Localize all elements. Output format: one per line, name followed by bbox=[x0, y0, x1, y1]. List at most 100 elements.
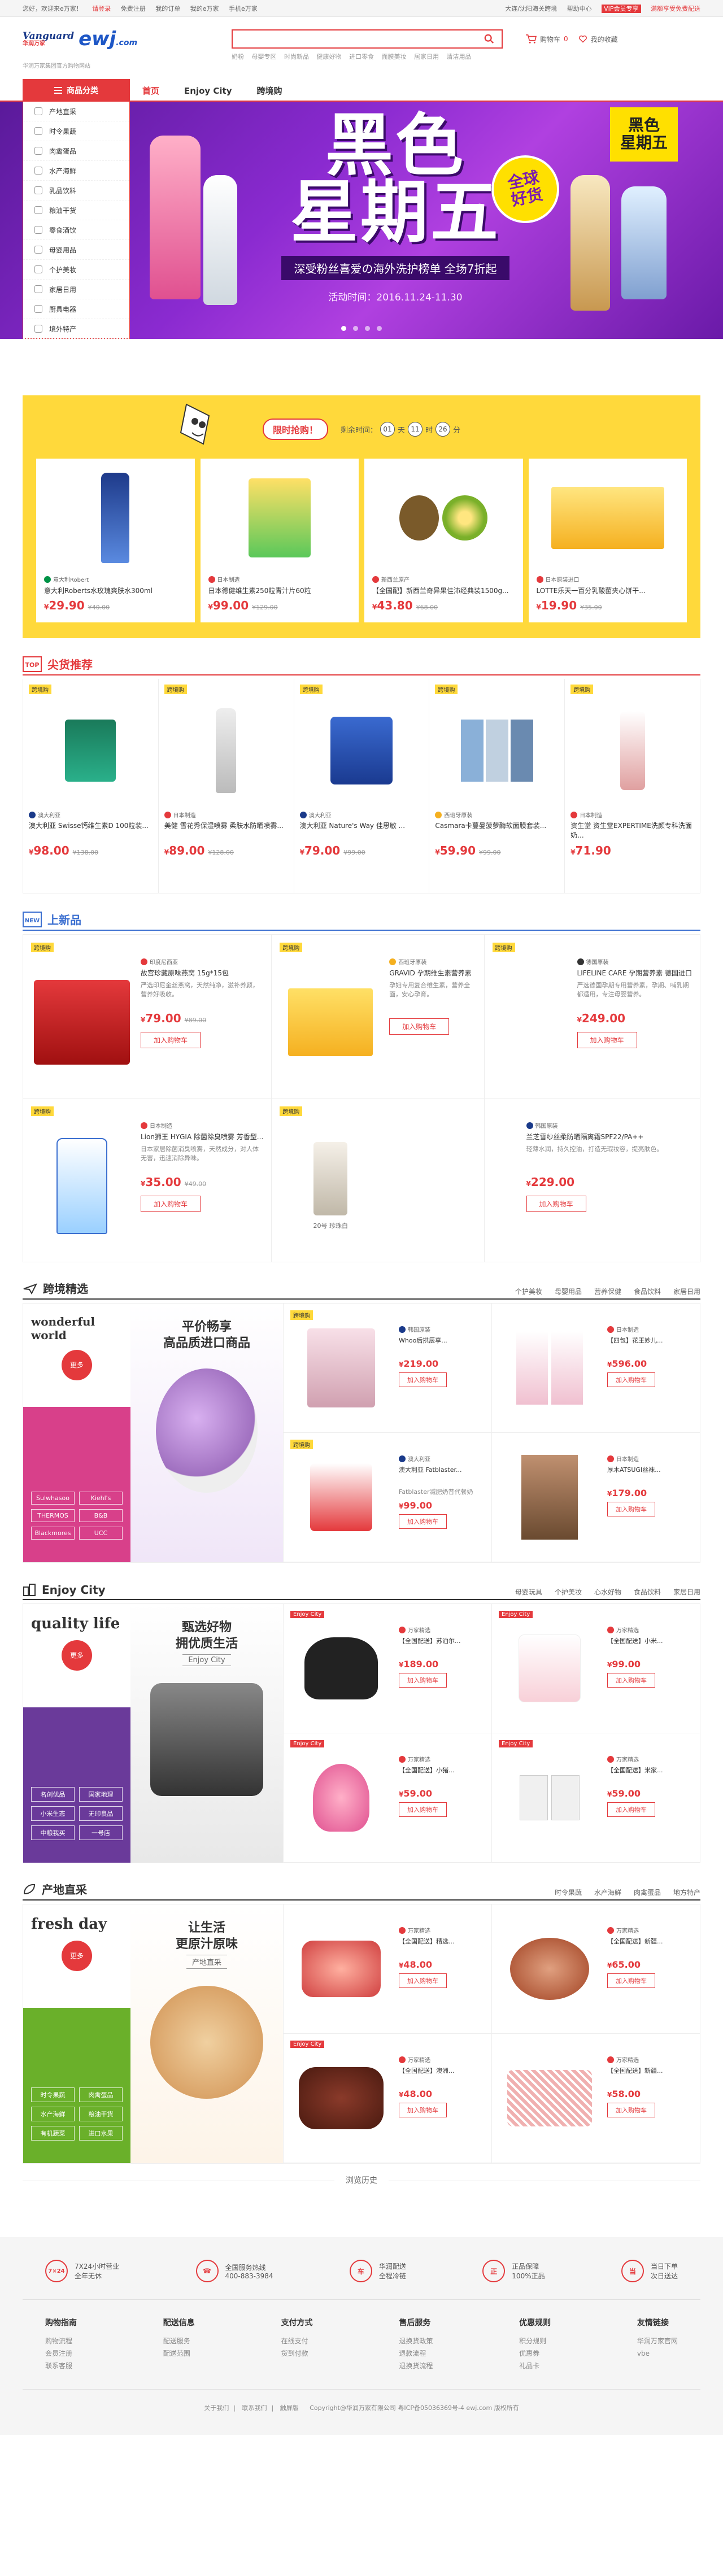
product-name[interactable]: 澳大利亚 Nature's Way 佳思敏 ... bbox=[300, 821, 424, 840]
register-link[interactable]: 免费注册 bbox=[121, 5, 146, 12]
search-input[interactable] bbox=[233, 30, 477, 47]
product-card[interactable]: 跨境购 西班牙原装 GRAVID 孕期维生素营养素 孕妇专用复合维生素，营养全面… bbox=[272, 935, 485, 1099]
product-name[interactable]: 厚木ATSUGI丝袜... bbox=[607, 1465, 693, 1484]
footer-link[interactable]: 优惠券 bbox=[519, 2347, 551, 2360]
brand-link[interactable]: 中粮我买 bbox=[31, 1825, 75, 1840]
brand-link[interactable]: 小米生态 bbox=[31, 1806, 75, 1821]
hot-word[interactable]: 面膜美妆 bbox=[382, 53, 407, 60]
add-to-cart-button[interactable]: 加入购物车 bbox=[577, 1032, 637, 1048]
floor1-side[interactable]: wonderful world 更多 Sulwhasoo Kiehl's THE… bbox=[23, 1304, 130, 1562]
floor-tab[interactable]: 个护美妆 bbox=[555, 1587, 582, 1597]
product-name[interactable]: 澳大利亚 Fatblaster... bbox=[399, 1465, 485, 1484]
product-name[interactable]: 意大利Roberts水玫瑰爽肤水300ml bbox=[44, 586, 187, 595]
product-name[interactable]: 故宫珍藏原味燕窝 15g*15包 bbox=[141, 968, 263, 978]
flash-product-card[interactable]: 日本制造 日本德健维生素250粒青汁片60粒 ¥99.00 ¥129.00 bbox=[200, 459, 359, 622]
about-link[interactable]: 关于我们 bbox=[204, 2404, 229, 2412]
product-name[interactable]: 【全国配送】澳洲... bbox=[399, 2066, 485, 2085]
category-link[interactable]: 粮油干货 bbox=[79, 2107, 123, 2121]
product-name[interactable]: 【全国配送】米家... bbox=[607, 1766, 693, 1785]
add-to-cart-button[interactable]: 加入购物车 bbox=[399, 1673, 447, 1688]
contact-link[interactable]: 联系我们 bbox=[242, 2404, 267, 2412]
category-item[interactable]: 乳品饮料 bbox=[23, 181, 129, 200]
add-to-cart-button[interactable]: 加入购物车 bbox=[141, 1196, 201, 1212]
login-link[interactable]: 请登录 bbox=[92, 5, 111, 12]
footer-link[interactable]: 货到付款 bbox=[281, 2347, 313, 2360]
product-card[interactable]: 万家精选 【全国配送】新疆... ¥65.00 加入购物车 bbox=[491, 1904, 700, 2034]
tab-enjoy-city[interactable]: Enjoy City bbox=[172, 80, 244, 102]
footer-link[interactable]: 在线支付 bbox=[281, 2335, 313, 2347]
footer-link[interactable]: 退换货政策 bbox=[399, 2335, 433, 2347]
site-logo[interactable]: Vanguard 华润万家 ewj.com bbox=[23, 29, 181, 49]
flash-product-card[interactable]: 日本原装进口 LOTTE乐天一百分乳酸菌夹心饼干... ¥19.90 ¥35.00 bbox=[528, 459, 687, 622]
floor-tab[interactable]: 母婴玩具 bbox=[515, 1587, 542, 1597]
footer-link[interactable]: 购物流程 bbox=[45, 2335, 77, 2347]
category-item[interactable]: 个护美妆 bbox=[23, 260, 129, 280]
product-card[interactable]: Enjoy City 万家精选 【全国配送】小猪... ¥59.00 加入购物车 bbox=[283, 1733, 491, 1863]
floor-tab[interactable]: 时令果蔬 bbox=[555, 1888, 582, 1897]
product-card[interactable]: Enjoy City 万家精选 【全国配送】苏泊尔... ¥189.00 加入购… bbox=[283, 1604, 491, 1733]
footer-link[interactable]: vbe bbox=[637, 2347, 678, 2360]
product-card[interactable]: 万家精选 【全国配送】精选... ¥48.00 加入购物车 bbox=[283, 1904, 491, 2034]
floor1-banner[interactable]: 平价畅享 高品质进口商品 bbox=[130, 1304, 283, 1562]
hot-word[interactable]: 时尚新品 bbox=[284, 53, 309, 60]
floor3-banner[interactable]: 让生活 更原汁原味 产地直采 bbox=[130, 1904, 283, 2163]
product-card[interactable]: 日本制造 【四包】花王妙儿... ¥596.00 加入购物车 bbox=[491, 1304, 700, 1433]
add-to-cart-button[interactable]: 加入购物车 bbox=[399, 1802, 447, 1817]
category-item[interactable]: 零食酒饮 bbox=[23, 220, 129, 240]
brand-link[interactable]: Blackmores bbox=[31, 1527, 75, 1540]
category-item[interactable]: 家居日用 bbox=[23, 280, 129, 299]
category-link[interactable]: 水产海鲜 bbox=[31, 2107, 75, 2121]
brand-link[interactable]: 国家地理 bbox=[79, 1787, 123, 1802]
hero-banner[interactable]: 产地直采 时令果蔬 肉禽蛋品 水产海鲜 乳品饮料 粮油干货 零食酒饮 母婴用品 … bbox=[0, 102, 723, 339]
product-card[interactable]: 韩国原装 兰芝雪纱丝柔防晒隔离霜SPF22/PA++ 轻薄水润，持久控油，打造无… bbox=[484, 1099, 700, 1262]
category-item[interactable]: 水产海鲜 bbox=[23, 161, 129, 181]
brand-link[interactable]: B&B bbox=[79, 1509, 123, 1522]
product-card[interactable]: 跨境购 德国原装 LIFELINE CARE 孕期营养素 德国进口 严选德国孕期… bbox=[484, 935, 700, 1099]
category-link[interactable]: 有机蔬菜 bbox=[31, 2126, 75, 2141]
more-button[interactable]: 更多 bbox=[62, 1350, 92, 1380]
product-name[interactable]: 【全国配送】新疆... bbox=[607, 1937, 693, 1956]
free-shipping-link[interactable]: 满额享受免费配送 bbox=[651, 5, 700, 12]
cart-button[interactable]: 购物车 0 bbox=[525, 34, 568, 44]
product-name[interactable]: 【全国配送】新疆... bbox=[607, 2066, 693, 2085]
carousel-dot[interactable] bbox=[353, 326, 358, 331]
cross-border-link[interactable]: 大连/沈阳海关跨境 bbox=[505, 5, 557, 12]
brand-link[interactable]: 名创优品 bbox=[31, 1787, 75, 1802]
floor-tab[interactable]: 食品饮料 bbox=[634, 1587, 661, 1597]
product-card[interactable]: 跨境购 西班牙原装 Casmara卡蔓曼菠萝酶软面膜套装... ¥59.90 ¥9… bbox=[429, 679, 565, 893]
flash-product-card[interactable]: 意大利Robert 意大利Roberts水玫瑰爽肤水300ml ¥29.90 ¥4… bbox=[36, 459, 195, 622]
tab-cross-border[interactable]: 跨境购 bbox=[245, 80, 295, 102]
floor-tab[interactable]: 水产海鲜 bbox=[594, 1888, 621, 1897]
product-card[interactable]: Enjoy City 万家精选 【全国配送】小米... ¥99.00 加入购物车 bbox=[491, 1604, 700, 1733]
product-name[interactable]: 【全国配送】小猪... bbox=[399, 1766, 485, 1785]
floor-tab[interactable]: 肉禽蛋品 bbox=[634, 1888, 661, 1897]
footer-link[interactable]: 退款流程 bbox=[399, 2347, 433, 2360]
add-to-cart-button[interactable]: 加入购物车 bbox=[526, 1196, 586, 1212]
help-center-link[interactable]: 帮助中心 bbox=[567, 5, 592, 12]
category-item[interactable]: 境外特产 bbox=[23, 319, 129, 339]
brand-link[interactable]: 一号店 bbox=[79, 1825, 123, 1840]
tab-home[interactable]: 首页 bbox=[130, 80, 172, 102]
carousel-dot[interactable] bbox=[341, 326, 346, 331]
flash-product-card[interactable]: 新西兰原产 【全国配】新西兰奇异果佳沛经典装1500g... ¥43.80 ¥68… bbox=[364, 459, 523, 622]
category-item[interactable]: 母婴用品 bbox=[23, 240, 129, 260]
product-name[interactable]: 【全国配送】精选... bbox=[399, 1937, 485, 1956]
brand-link[interactable]: UCC bbox=[79, 1527, 123, 1540]
search-button[interactable] bbox=[477, 30, 502, 47]
brand-link[interactable]: Kiehl's bbox=[79, 1492, 123, 1505]
add-to-cart-button[interactable]: 加入购物车 bbox=[607, 1673, 655, 1688]
footer-link[interactable]: 会员注册 bbox=[45, 2347, 77, 2360]
floor-tab[interactable]: 营养保健 bbox=[594, 1287, 621, 1296]
category-link[interactable]: 肉禽蛋品 bbox=[79, 2087, 123, 2102]
carousel-dot[interactable] bbox=[377, 326, 382, 331]
add-to-cart-button[interactable]: 加入购物车 bbox=[399, 1372, 447, 1387]
category-item[interactable]: 肉禽蛋品 bbox=[23, 141, 129, 161]
product-name[interactable]: 【全国配】新西兰奇异果佳沛经典装1500g... bbox=[372, 586, 515, 595]
product-card[interactable]: 跨境购 日本制造 美健 雪花秀保湿喷雾 柔肤水防晒喷雾... ¥89.00 ¥12… bbox=[158, 679, 294, 893]
add-to-cart-button[interactable]: 加入购物车 bbox=[607, 1372, 655, 1387]
floor3-side[interactable]: fresh day 更多 时令果蔬 肉禽蛋品 水产海鲜 粮油干货 有机蔬菜 进口… bbox=[23, 1904, 130, 2163]
product-card[interactable]: 万家精选 【全国配送】新疆... ¥58.00 加入购物车 bbox=[491, 2034, 700, 2163]
add-to-cart-button[interactable]: 加入购物车 bbox=[141, 1032, 201, 1048]
product-name[interactable]: LOTTE乐天一百分乳酸菌夹心饼干... bbox=[537, 586, 680, 595]
footer-link[interactable]: 配送范围 bbox=[163, 2347, 195, 2360]
